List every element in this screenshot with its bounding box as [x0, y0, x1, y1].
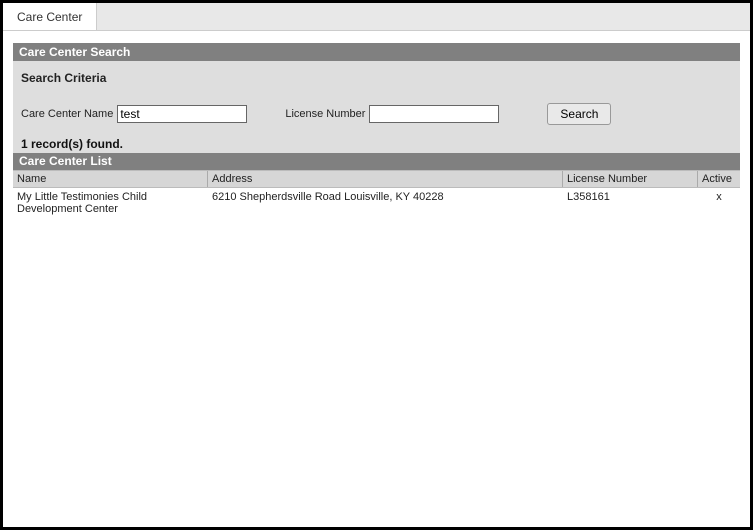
- cell-address: 6210 Shepherdsville Road Louisville, KY …: [208, 188, 563, 218]
- tab-label: Care Center: [17, 10, 82, 24]
- results-grid: Name Address License Number Active My Li…: [13, 170, 740, 218]
- criteria-title: Search Criteria: [21, 71, 732, 85]
- content-area: Care Center Search Search Criteria Care …: [3, 31, 750, 228]
- tab-bar: Care Center: [3, 3, 750, 31]
- cell-license: L358161: [563, 188, 698, 218]
- search-criteria: Search Criteria Care Center Name License…: [13, 61, 740, 131]
- license-number-input[interactable]: [369, 105, 499, 123]
- care-center-name-input[interactable]: [117, 105, 247, 123]
- list-section-header: Care Center List: [13, 153, 740, 170]
- criteria-row: Care Center Name License Number Search: [21, 103, 732, 125]
- table-row[interactable]: My Little Testimonies Child Development …: [13, 188, 740, 218]
- cell-name: My Little Testimonies Child Development …: [13, 188, 208, 218]
- care-center-name-label: Care Center Name: [21, 108, 113, 120]
- search-button[interactable]: Search: [547, 103, 611, 125]
- col-header-license[interactable]: License Number: [563, 171, 698, 187]
- cell-active: x: [698, 188, 740, 218]
- col-header-address[interactable]: Address: [208, 171, 563, 187]
- app-frame: Care Center Care Center Search Search Cr…: [0, 0, 753, 530]
- grid-header-row: Name Address License Number Active: [13, 170, 740, 188]
- tab-care-center[interactable]: Care Center: [3, 3, 97, 30]
- records-found-label: 1 record(s) found.: [13, 131, 740, 153]
- col-header-active[interactable]: Active: [698, 171, 740, 187]
- search-panel: Search Criteria Care Center Name License…: [13, 61, 740, 153]
- col-header-name[interactable]: Name: [13, 171, 208, 187]
- search-section-header: Care Center Search: [13, 43, 740, 61]
- grid-body: My Little Testimonies Child Development …: [13, 188, 740, 218]
- license-number-label: License Number: [285, 108, 365, 120]
